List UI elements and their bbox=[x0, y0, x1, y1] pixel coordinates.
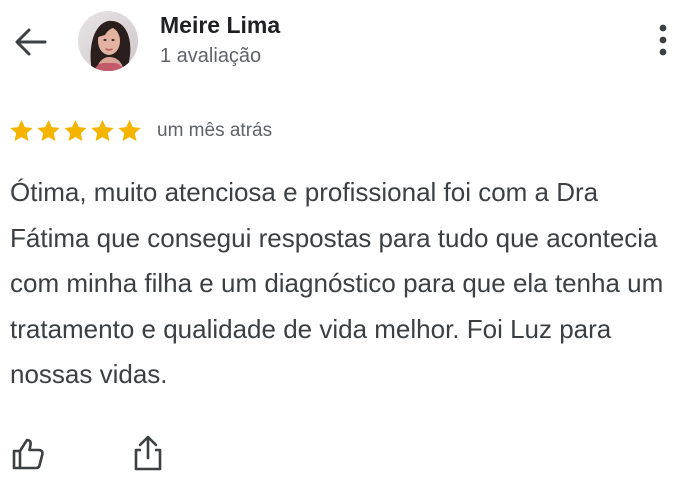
review-text: Ótima, muito atenciosa e profissional fo… bbox=[10, 177, 664, 389]
arrow-left-icon bbox=[15, 28, 47, 56]
star-icon bbox=[10, 119, 33, 141]
rating-row: um mês atrás bbox=[8, 117, 272, 145]
like-button[interactable] bbox=[8, 434, 48, 474]
back-button[interactable] bbox=[10, 24, 50, 60]
share-button[interactable] bbox=[128, 432, 168, 474]
review-count: 1 avaliação bbox=[160, 45, 262, 67]
reviewer-name[interactable]: Meire Lima bbox=[160, 12, 280, 39]
star-icon bbox=[91, 119, 114, 141]
more-options-button[interactable] bbox=[648, 18, 678, 62]
star-icon bbox=[64, 119, 87, 141]
star-rating bbox=[8, 118, 143, 144]
star-icon bbox=[37, 119, 60, 141]
more-vertical-icon bbox=[659, 24, 667, 56]
avatar-photo bbox=[78, 11, 138, 71]
avatar[interactable] bbox=[78, 11, 138, 71]
share-icon bbox=[134, 435, 162, 471]
thumbs-up-icon bbox=[12, 438, 44, 470]
star-icon bbox=[118, 119, 141, 141]
review-date: um mês atrás bbox=[157, 120, 273, 141]
